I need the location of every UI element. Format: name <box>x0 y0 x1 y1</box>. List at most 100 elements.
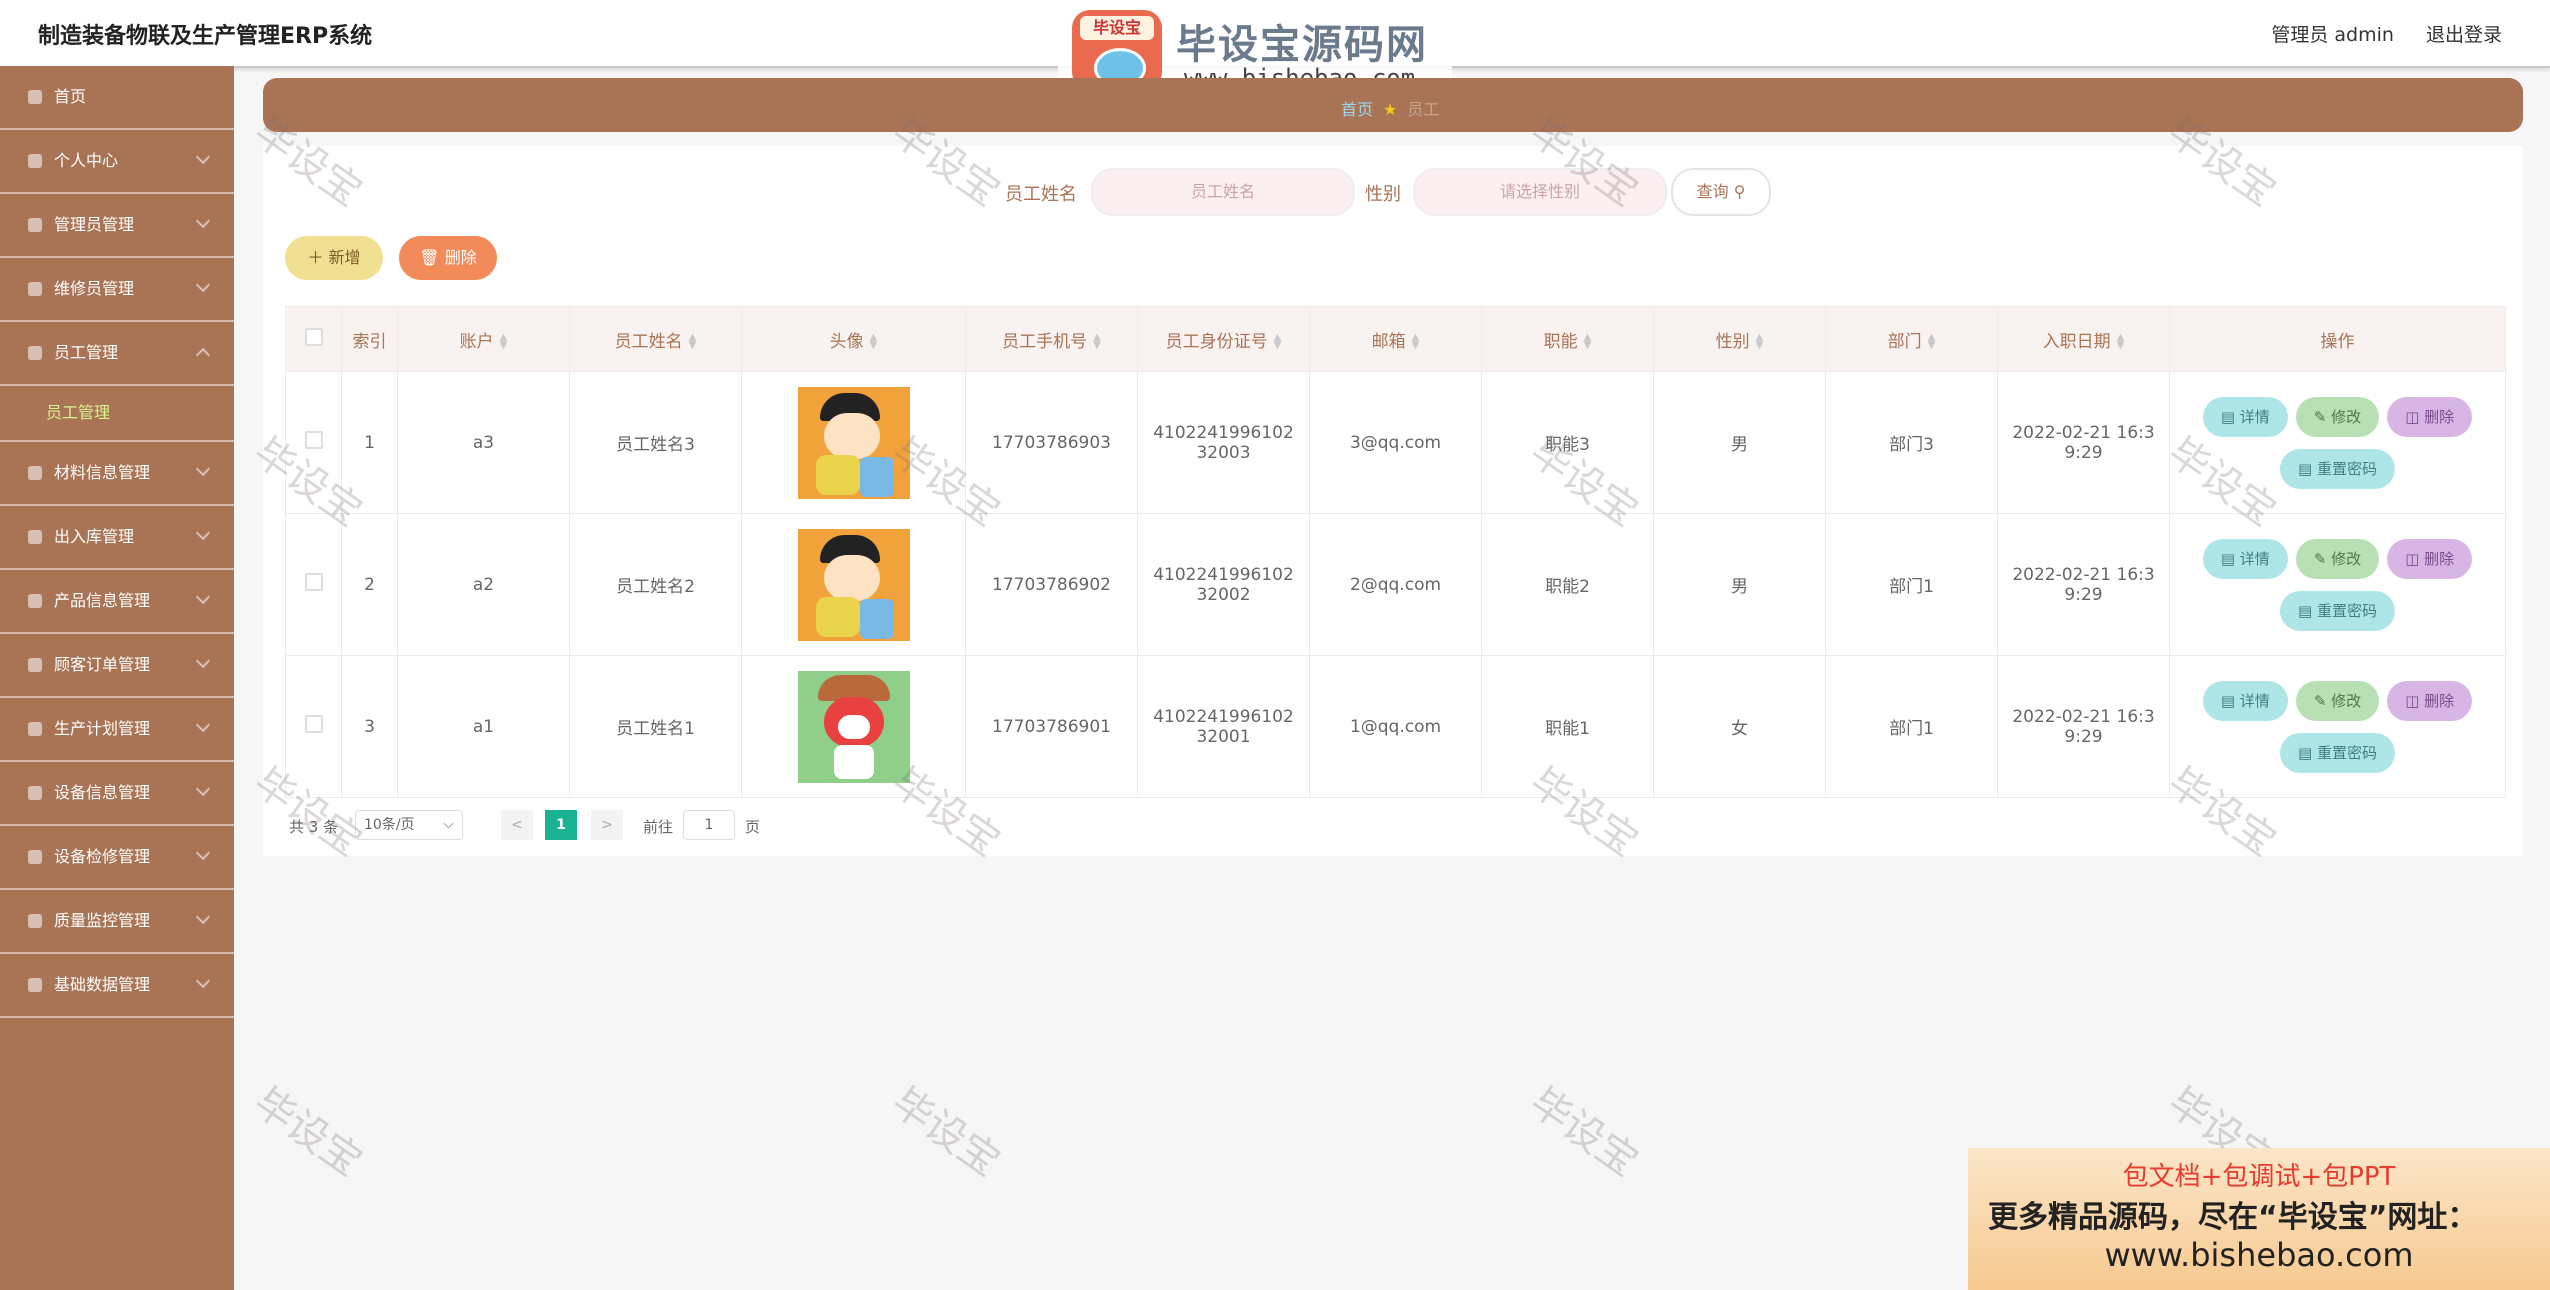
delete-button[interactable]: ◫ 删除 <box>2387 538 2473 579</box>
document-icon: ▤ <box>2220 407 2236 426</box>
watermark-text: 毕设宝 <box>1521 1079 1647 1186</box>
column-header[interactable]: 账户 ▲ ▼ <box>397 306 570 372</box>
column-header[interactable]: 部门 ▲ ▼ <box>1825 306 1998 372</box>
detail-button[interactable]: ▤ 详情 <box>2202 538 2288 579</box>
cell-account: a2 <box>397 513 570 656</box>
edit-button[interactable]: ✎ 修改 <box>2295 538 2380 579</box>
trash-icon: ◫ <box>2405 691 2420 710</box>
avatar[interactable] <box>797 670 910 783</box>
column-header[interactable]: 邮箱 ▲ ▼ <box>1309 306 1482 372</box>
sort-icon[interactable]: ▲ ▼ <box>870 332 878 350</box>
column-header-label: 部门 <box>1887 331 1922 352</box>
sidebar-item-maintenance[interactable]: 设备检修管理 <box>0 826 234 890</box>
sidebar-item-material[interactable]: 材料信息管理 <box>0 442 234 506</box>
sidebar-item-employee[interactable]: 员工管理 <box>0 322 234 386</box>
column-header-label: 职能 <box>1543 331 1578 352</box>
sidebar-subitem-employee[interactable]: 员工管理 <box>0 386 234 442</box>
chevron-down-icon <box>195 781 211 797</box>
reset-password-button[interactable]: ▤ 重置密码 <box>2280 448 2395 489</box>
column-header[interactable]: 员工姓名 ▲ ▼ <box>569 306 742 372</box>
delete-button[interactable]: ◫ 删除 <box>2387 680 2473 721</box>
promo-banner[interactable]: 包文档+包调试+包PPT 更多精品源码，尽在“毕设宝”网址： www.bishe… <box>1968 1148 2550 1290</box>
avatar[interactable] <box>797 386 910 499</box>
promo-line-2: 更多精品源码，尽在“毕设宝”网址： <box>1988 1200 2478 1235</box>
sidebar-item-product[interactable]: 产品信息管理 <box>0 570 234 634</box>
sidebar-item-label: 维修员管理 <box>54 279 135 298</box>
sidebar-item-label: 管理员管理 <box>54 215 135 234</box>
sidebar-item-repairman[interactable]: 维修员管理 <box>0 258 234 322</box>
prev-page-button[interactable]: < <box>501 810 533 840</box>
column-header[interactable]: 入职日期 ▲ ▼ <box>1997 306 2170 372</box>
sort-icon[interactable]: ▲ ▼ <box>1928 332 1936 350</box>
cell-phone: 17703786901 <box>965 655 1138 798</box>
row-checkbox[interactable] <box>304 573 323 591</box>
avatar[interactable] <box>797 528 910 641</box>
cell-index: 1 <box>341 371 398 514</box>
sort-icon[interactable]: ▲ ▼ <box>1274 332 1282 350</box>
sidebar-item-stock[interactable]: 出入库管理 <box>0 506 234 570</box>
sort-icon[interactable]: ▲ ▼ <box>689 332 697 350</box>
sidebar-item-quality[interactable]: 质量监控管理 <box>0 890 234 954</box>
logout-button[interactable]: 退出登录 <box>2426 24 2502 46</box>
query-button[interactable]: 查询 ⚲ <box>1671 168 1771 216</box>
page-size-select[interactable]: 10条/页 <box>355 810 463 840</box>
sort-icon[interactable]: ▲ ▼ <box>500 332 508 350</box>
edit-button-label: 修改 <box>2331 549 2362 568</box>
sort-icon[interactable]: ▲ ▼ <box>1584 332 1592 350</box>
sidebar-item-home[interactable]: 首页 <box>0 66 234 130</box>
chevron-down-icon <box>195 461 211 477</box>
reset-password-button[interactable]: ▤ 重置密码 <box>2280 732 2395 773</box>
column-header[interactable]: 职能 ▲ ▼ <box>1481 306 1654 372</box>
watermark-text: 毕设宝 <box>245 1079 371 1186</box>
delete-button[interactable]: ◫ 删除 <box>2387 396 2473 437</box>
sort-icon[interactable]: ▲ ▼ <box>1756 332 1764 350</box>
goto-page-input[interactable]: 1 <box>683 810 735 840</box>
sidebar-item-label: 首页 <box>54 87 87 106</box>
cell-name: 员工姓名2 <box>569 513 742 656</box>
batch-delete-button[interactable]: 🗑 删除 <box>399 236 497 280</box>
sidebar-item-base-data[interactable]: 基础数据管理 <box>0 954 234 1018</box>
sidebar-item-production-plan[interactable]: 生产计划管理 <box>0 698 234 762</box>
sidebar-item-personal-center[interactable]: 个人中心 <box>0 130 234 194</box>
sort-icon[interactable]: ▲ ▼ <box>1412 332 1420 350</box>
current-user-label: 管理员 admin <box>2271 24 2394 46</box>
sort-icon[interactable]: ▲ ▼ <box>1093 332 1101 350</box>
column-header[interactable]: 员工身份证号 ▲ ▼ <box>1137 306 1310 372</box>
reset-password-button[interactable]: ▤ 重置密码 <box>2280 590 2395 631</box>
bar-chart-icon <box>28 530 42 544</box>
sidebar-item-equipment[interactable]: 设备信息管理 <box>0 762 234 826</box>
sidebar-item-orders[interactable]: 顾客订单管理 <box>0 634 234 698</box>
detail-button[interactable]: ▤ 详情 <box>2202 396 2288 437</box>
row-checkbox[interactable] <box>304 715 323 733</box>
page-number-button[interactable]: 1 <box>545 810 577 840</box>
column-header: 操作 <box>2169 306 2506 372</box>
watermark-text: 毕设宝 <box>883 1079 1009 1186</box>
edit-button[interactable]: ✎ 修改 <box>2295 396 2380 437</box>
column-header[interactable]: 头像 ▲ ▼ <box>741 306 966 372</box>
user-icon <box>28 154 42 168</box>
chevron-up-icon <box>195 347 211 363</box>
sort-icon[interactable]: ▲ ▼ <box>2117 332 2125 350</box>
select-all-checkbox[interactable] <box>304 327 323 346</box>
edit-button[interactable]: ✎ 修改 <box>2295 680 2380 721</box>
row-select-cell[interactable] <box>285 655 342 798</box>
employee-name-input[interactable]: 员工姓名 <box>1091 168 1355 216</box>
chevron-down-icon <box>195 149 211 165</box>
row-select-cell[interactable] <box>285 513 342 656</box>
row-checkbox[interactable] <box>304 431 323 449</box>
gender-select[interactable]: 请选择性别 <box>1413 168 1667 216</box>
cell-operations: ▤ 详情 ✎ 修改 ◫ 删除 ▤ 重置密码 <box>2169 371 2506 514</box>
select-all-cell[interactable] <box>285 306 342 372</box>
next-page-button[interactable]: > <box>591 810 623 840</box>
detail-button[interactable]: ▤ 详情 <box>2202 680 2288 721</box>
add-button[interactable]: ＋ 新增 <box>285 236 383 280</box>
sidebar-item-admin[interactable]: 管理员管理 <box>0 194 234 258</box>
row-select-cell[interactable] <box>285 371 342 514</box>
cell-email: 2@qq.com <box>1309 513 1482 656</box>
column-header[interactable]: 员工手机号 ▲ ▼ <box>965 306 1138 372</box>
cell-phone: 17703786902 <box>965 513 1138 656</box>
breadcrumb-home[interactable]: 首页 <box>1341 100 1373 119</box>
column-header[interactable]: 性别 ▲ ▼ <box>1653 306 1826 372</box>
logo-badge-text: 毕设宝 <box>1080 16 1154 40</box>
cell-date: 2022-02-21 16:39:29 <box>1997 371 2170 514</box>
